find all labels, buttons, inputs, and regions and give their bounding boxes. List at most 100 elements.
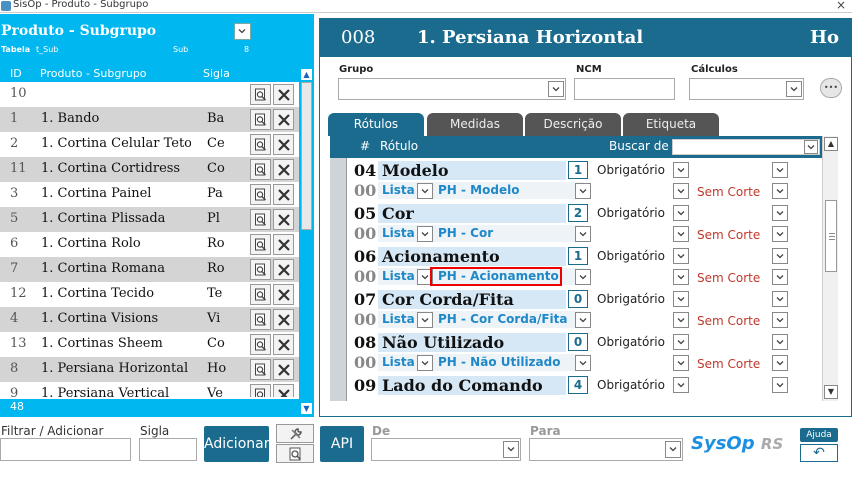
list-item[interactable]: 3 1. Cortina Painel Pa (0, 182, 299, 207)
list-item[interactable]: 12 1. Cortina Tecido Te (0, 282, 299, 307)
corte-type-dropdown[interactable] (673, 312, 689, 328)
tipo-dropdown[interactable] (417, 355, 433, 371)
view-item-button[interactable] (250, 359, 271, 380)
delete-item-button[interactable] (273, 109, 294, 130)
lista-dropdown[interactable] (575, 226, 591, 242)
list-item[interactable]: 9 1. Persiana Vertical Ve (0, 382, 299, 397)
obrigatorio-dropdown[interactable] (673, 377, 689, 393)
rotulo-order[interactable]: 0 (568, 333, 588, 351)
rotulo-order[interactable]: 2 (568, 204, 588, 222)
rotulo-row[interactable]: 08 Não Utilizado 0 Obrigatório 00 Lista PH - N… (330, 330, 822, 373)
col-id[interactable]: ID (10, 67, 22, 80)
rotulo-row[interactable]: 09 Lado do Comando 4 Obrigatório (330, 373, 822, 401)
corte-dropdown[interactable] (772, 226, 788, 242)
scroll-thumb[interactable] (301, 82, 312, 230)
delete-item-button[interactable] (273, 234, 294, 255)
sigla-input[interactable] (139, 438, 197, 461)
corte-type-dropdown[interactable] (673, 183, 689, 199)
view-item-button[interactable] (250, 209, 271, 230)
grid-scrollbar[interactable]: ▲ ▼ (822, 136, 838, 401)
corte-type-dropdown[interactable] (673, 355, 689, 371)
para-dropdown-button[interactable] (665, 441, 681, 458)
view-item-button[interactable] (250, 334, 271, 355)
rotulo-row[interactable]: 05 Cor 2 Obrigatório 00 Lista PH - Cor Sem Cort… (330, 201, 822, 244)
obrigatorio-dropdown[interactable] (673, 334, 689, 350)
tab-descricao[interactable]: Descrição (525, 113, 621, 136)
tipo-dropdown[interactable] (417, 226, 433, 242)
buscar-dropdown-button[interactable] (804, 140, 818, 154)
view-item-button[interactable] (250, 134, 271, 155)
search-doc-button[interactable] (276, 444, 314, 463)
rotulo-order[interactable]: 1 (568, 161, 588, 179)
view-item-button[interactable] (250, 234, 271, 255)
tipo-dropdown[interactable] (417, 183, 433, 199)
ajuda-button[interactable]: Ajuda (800, 428, 838, 442)
rotulo-row[interactable]: 06 Acionamento 1 Obrigatório 00 Lista PH - Aci… (330, 244, 822, 287)
list-item[interactable]: 7 1. Cortina Romana Ro (0, 257, 299, 282)
rotulo-order[interactable]: 1 (568, 247, 588, 265)
delete-item-button[interactable] (273, 259, 294, 280)
view-item-button[interactable] (250, 109, 271, 130)
tab-rotulos[interactable]: Rótulos (328, 113, 424, 136)
corte-dropdown[interactable] (772, 269, 788, 285)
corte-type-dropdown[interactable] (673, 226, 689, 242)
extra-dropdown[interactable] (772, 334, 788, 350)
panel-dropdown-button[interactable] (234, 23, 251, 40)
delete-item-button[interactable] (273, 209, 294, 230)
buscar-de-select[interactable] (672, 139, 820, 155)
extra-dropdown[interactable] (772, 162, 788, 178)
tools-button[interactable] (276, 424, 314, 443)
undo-button[interactable]: ↶ (800, 444, 838, 462)
de-select[interactable] (371, 438, 521, 461)
corte-type-dropdown[interactable] (673, 269, 689, 285)
adicionar-button[interactable]: Adicionar (204, 426, 269, 462)
list-item[interactable]: 5 1. Cortina Plissada Pl (0, 207, 299, 232)
tab-etiqueta[interactable]: Etiqueta (623, 113, 719, 136)
delete-item-button[interactable] (273, 84, 294, 105)
list-item[interactable]: 10 (0, 82, 299, 107)
row-selector[interactable] (330, 287, 347, 330)
view-item-button[interactable] (250, 259, 271, 280)
view-item-button[interactable] (250, 84, 271, 105)
calculos-dropdown-button[interactable] (786, 81, 802, 97)
view-item-button[interactable] (250, 309, 271, 330)
row-selector[interactable] (330, 330, 347, 373)
col-sigla[interactable]: Sigla (203, 67, 230, 80)
rotulo-row[interactable]: 04 Modelo 1 Obrigatório 00 Lista PH - Modelo Se… (330, 158, 822, 201)
col-name[interactable]: Produto - Subgrupo (40, 67, 147, 80)
scroll-up-arrow[interactable]: ▲ (301, 69, 312, 80)
extra-dropdown[interactable] (772, 205, 788, 221)
close-window-button[interactable]: × (836, 0, 846, 12)
list-item[interactable]: 6 1. Cortina Rolo Ro (0, 232, 299, 257)
delete-item-button[interactable] (273, 134, 294, 155)
grupo-dropdown-button[interactable] (548, 81, 564, 97)
grupo-select[interactable] (338, 78, 566, 100)
lista-dropdown[interactable] (575, 183, 591, 199)
left-list-scrollbar[interactable]: ▲ ▼ (299, 66, 314, 417)
delete-item-button[interactable] (273, 184, 294, 205)
obrigatorio-dropdown[interactable] (673, 248, 689, 264)
obrigatorio-dropdown[interactable] (673, 205, 689, 221)
calculos-select[interactable] (689, 78, 804, 100)
tipo-dropdown[interactable] (417, 312, 433, 328)
rotulo-order[interactable]: 0 (568, 290, 588, 308)
more-options-button[interactable]: ••• (820, 78, 842, 98)
lista-dropdown[interactable] (575, 269, 591, 285)
grid-scroll-up-arrow[interactable]: ▲ (824, 137, 838, 151)
delete-item-button[interactable] (273, 334, 294, 355)
delete-item-button[interactable] (273, 359, 294, 380)
obrigatorio-dropdown[interactable] (673, 162, 689, 178)
extra-dropdown[interactable] (772, 377, 788, 393)
api-button[interactable]: API (320, 426, 364, 462)
list-item[interactable]: 2 1. Cortina Celular Teto Ce (0, 132, 299, 157)
corte-dropdown[interactable] (772, 355, 788, 371)
delete-item-button[interactable] (273, 384, 294, 397)
corte-dropdown[interactable] (772, 183, 788, 199)
lista-dropdown[interactable] (575, 355, 591, 371)
row-selector[interactable] (330, 201, 347, 244)
ncm-input[interactable] (574, 78, 675, 100)
lista-dropdown[interactable] (575, 312, 591, 328)
delete-item-button[interactable] (273, 284, 294, 305)
row-selector[interactable] (330, 158, 347, 201)
row-selector[interactable] (330, 373, 347, 401)
